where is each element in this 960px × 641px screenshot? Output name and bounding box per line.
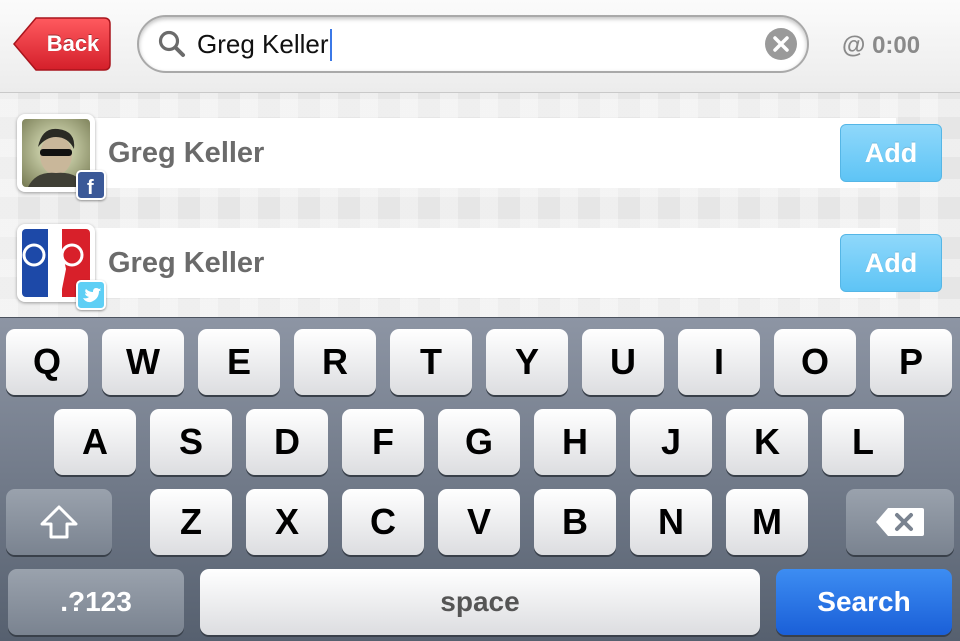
key-k[interactable]: K <box>726 409 808 475</box>
top-bar: Back Greg Keller @ 0:00 <box>0 0 960 93</box>
key-v[interactable]: V <box>438 489 520 555</box>
key-r[interactable]: R <box>294 329 376 395</box>
key-l[interactable]: L <box>822 409 904 475</box>
key-f[interactable]: F <box>342 409 424 475</box>
timer-label: @ 0:00 <box>842 32 921 59</box>
shift-key[interactable] <box>6 489 112 555</box>
search-icon <box>158 30 185 57</box>
key-t[interactable]: T <box>390 329 472 395</box>
facebook-icon: f <box>76 170 106 200</box>
contact-name: Greg Keller <box>108 247 265 279</box>
key-g[interactable]: G <box>438 409 520 475</box>
add-button[interactable]: Add <box>840 234 942 292</box>
back-button-label: Back <box>46 31 100 56</box>
search-value: Greg Keller <box>197 29 329 59</box>
delete-key[interactable] <box>846 489 954 555</box>
key-n[interactable]: N <box>630 489 712 555</box>
key-e[interactable]: E <box>198 329 280 395</box>
back-button[interactable]: Back <box>12 16 112 72</box>
backspace-icon <box>876 508 924 536</box>
key-s[interactable]: S <box>150 409 232 475</box>
avatar: f <box>17 114 106 200</box>
list-item[interactable]: Greg Keller Add <box>0 224 960 310</box>
key-j[interactable]: J <box>630 409 712 475</box>
add-button[interactable]: Add <box>840 124 942 182</box>
key-y[interactable]: Y <box>486 329 568 395</box>
close-icon <box>773 36 789 52</box>
keyboard: Q W E R T Y U I O P A S D F G H J K L Z … <box>0 317 960 641</box>
key-z[interactable]: Z <box>150 489 232 555</box>
search-input[interactable]: Greg Keller <box>137 15 809 73</box>
svg-text:f: f <box>87 177 94 198</box>
key-o[interactable]: O <box>774 329 856 395</box>
key-w[interactable]: W <box>102 329 184 395</box>
numbers-key[interactable]: .?123 <box>8 569 184 635</box>
key-p[interactable]: P <box>870 329 952 395</box>
key-i[interactable]: I <box>678 329 760 395</box>
contact-name: Greg Keller <box>108 137 265 169</box>
key-a[interactable]: A <box>54 409 136 475</box>
key-c[interactable]: C <box>342 489 424 555</box>
key-x[interactable]: X <box>246 489 328 555</box>
key-b[interactable]: B <box>534 489 616 555</box>
key-u[interactable]: U <box>582 329 664 395</box>
list-item[interactable]: f Greg Keller Add <box>0 114 960 200</box>
search-key[interactable]: Search <box>776 569 952 635</box>
shift-icon <box>40 505 78 539</box>
space-key[interactable]: space <box>200 569 760 635</box>
text-caret <box>329 29 332 62</box>
search-value-wrap: Greg Keller <box>197 17 332 71</box>
key-h[interactable]: H <box>534 409 616 475</box>
key-m[interactable]: M <box>726 489 808 555</box>
key-q[interactable]: Q <box>6 329 88 395</box>
twitter-icon <box>76 280 106 310</box>
results-list: f Greg Keller Add Greg Keller Add <box>0 93 960 317</box>
clear-search-button[interactable] <box>765 28 797 60</box>
key-d[interactable]: D <box>246 409 328 475</box>
avatar <box>17 224 106 310</box>
